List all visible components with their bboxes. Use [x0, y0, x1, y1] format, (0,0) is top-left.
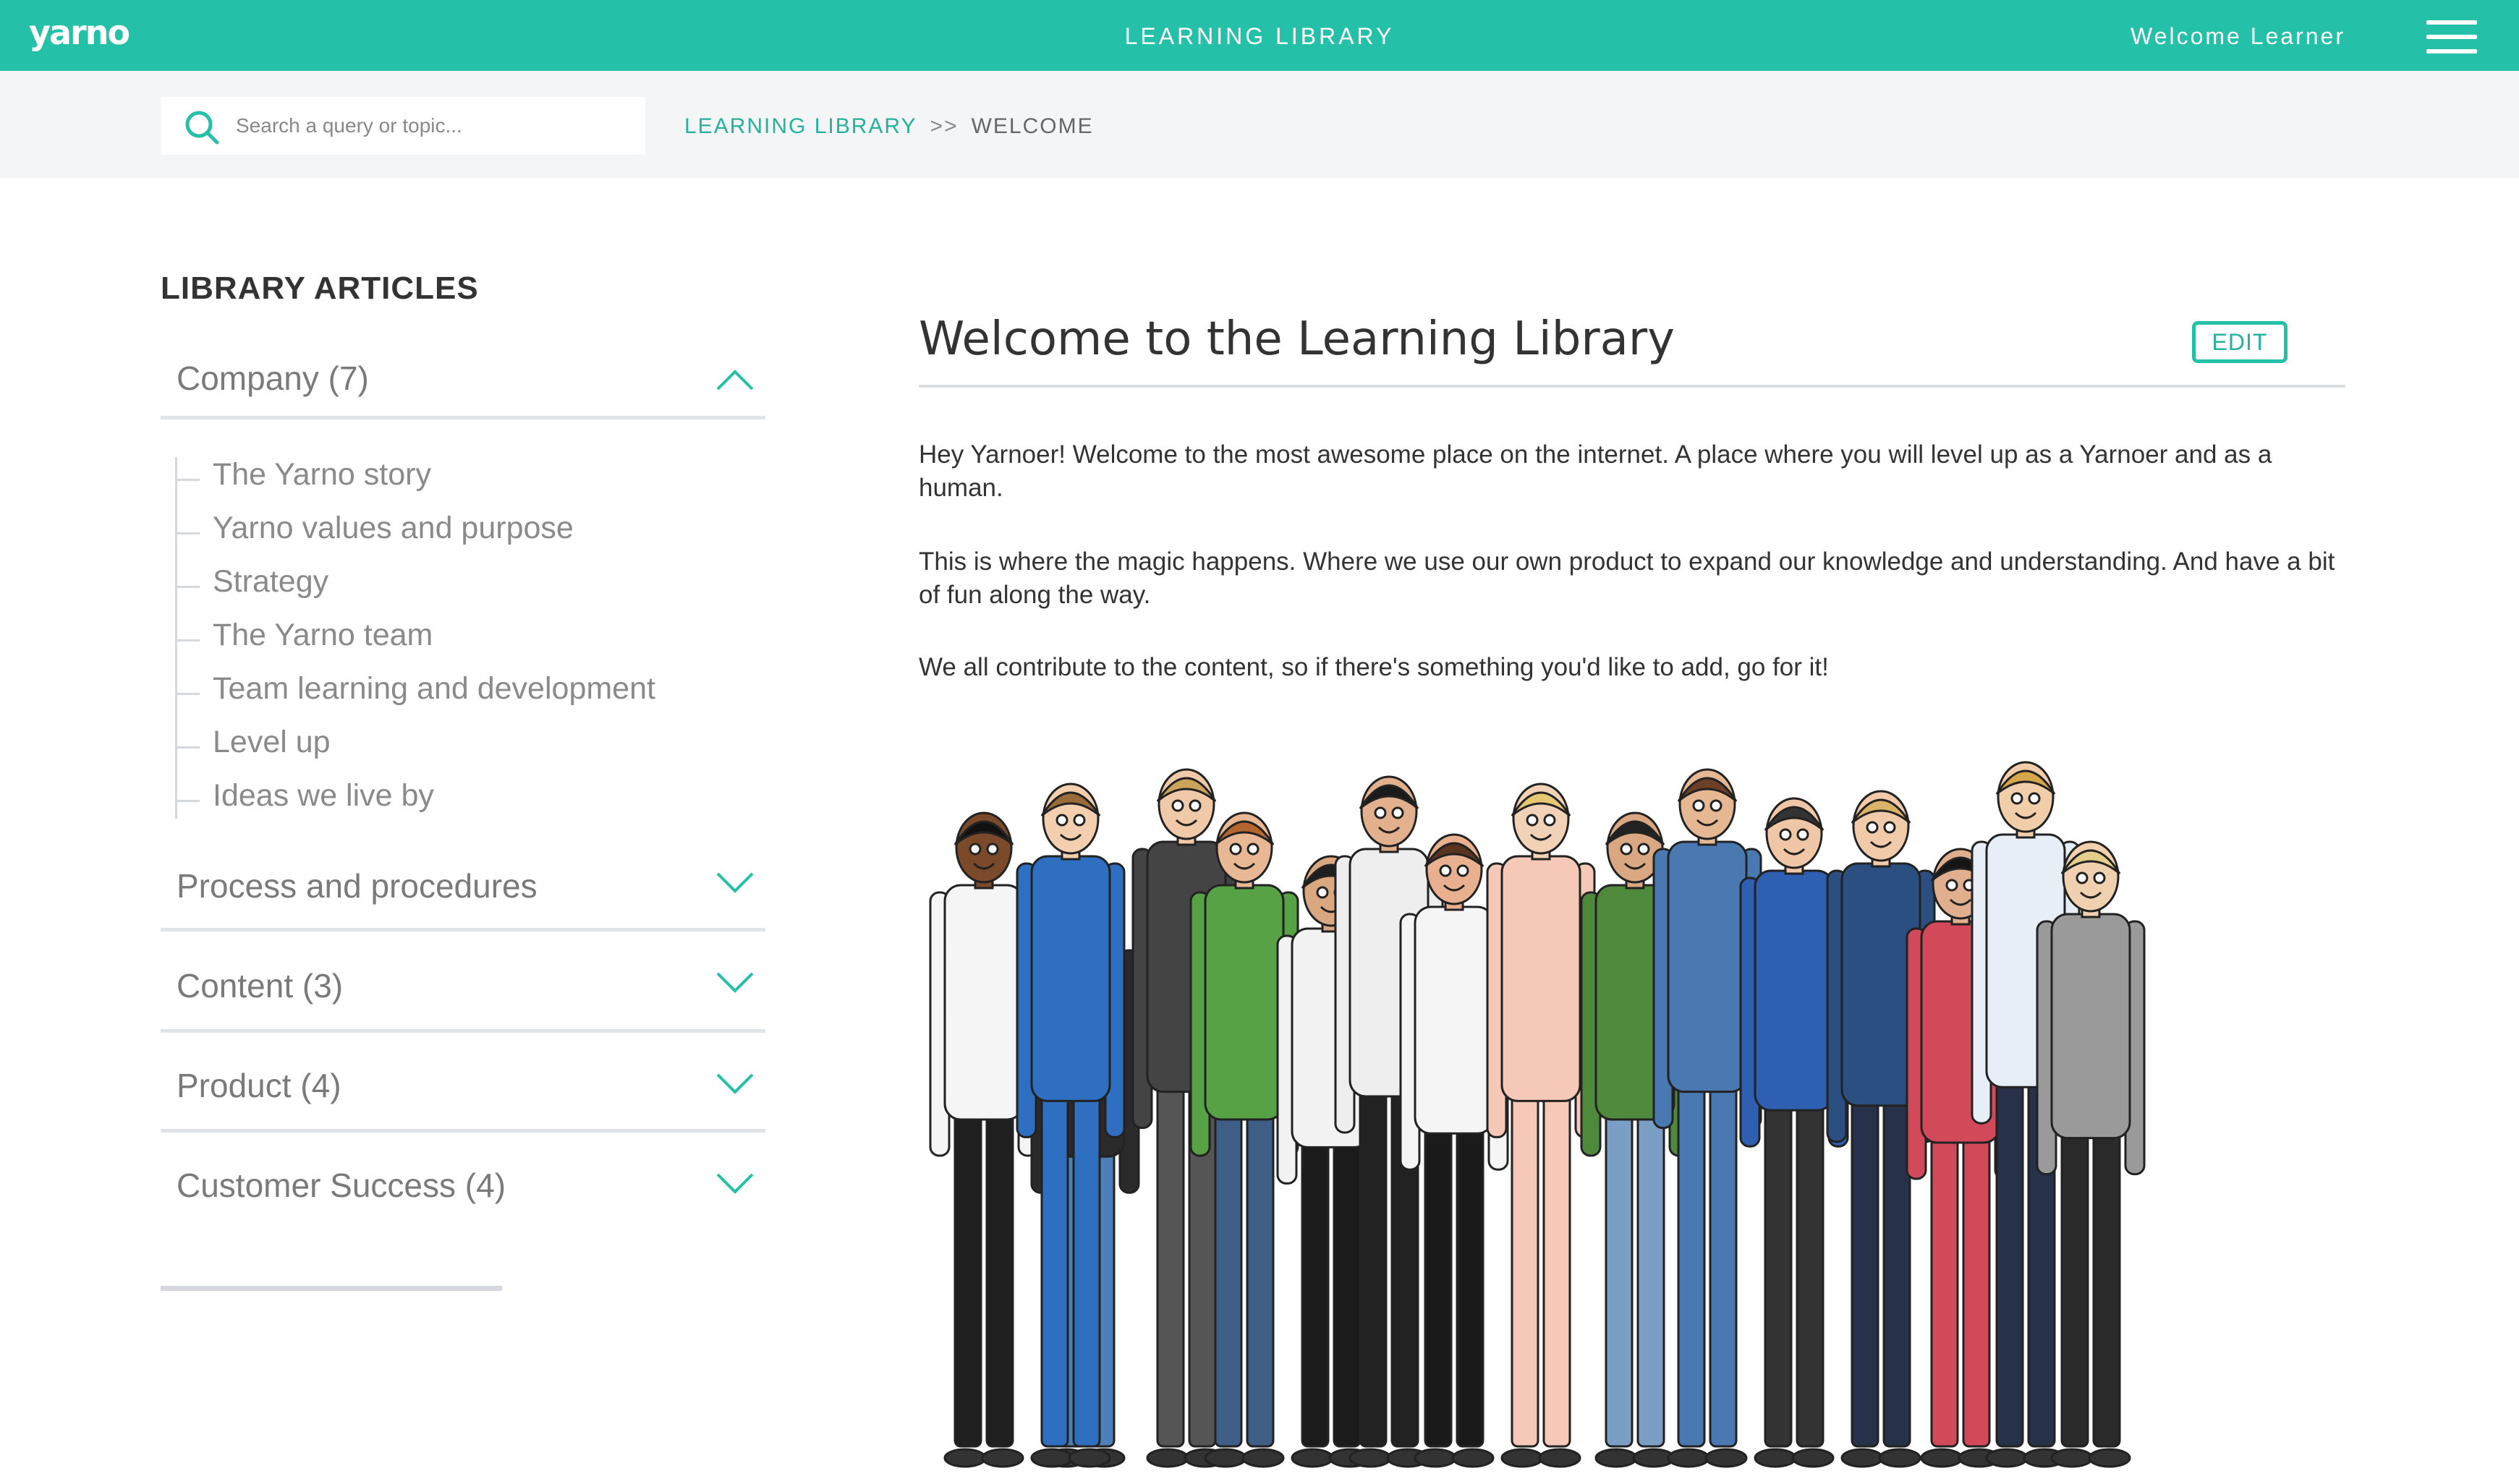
sidebar-item-yarno-team[interactable]: The Yarno team — [176, 618, 433, 653]
accordion-customer-success[interactable]: Customer Success (4) — [161, 1134, 765, 1232]
sidebar-item-strategy[interactable]: Strategy — [176, 564, 328, 600]
accordion-process-procedures[interactable]: Process and procedures — [161, 833, 765, 931]
search-breadcrumb-bar: LEARNING LIBRARY >> WELCOME — [0, 71, 2519, 178]
sidebar-item-level-up[interactable]: Level up — [177, 725, 331, 760]
welcome-user-text: Welcome Learner — [2131, 23, 2345, 49]
edit-button[interactable]: EDIT — [2192, 321, 2288, 363]
sidebar-item-team-learning[interactable]: Team learning and development — [177, 671, 655, 707]
intro-paragraph-3: We all contribute to the content, so if … — [919, 653, 1829, 681]
top-nav-bar: yarno LEARNING LIBRARY Welcome Learner — [0, 0, 2519, 71]
accordion-product[interactable]: Product (4) — [161, 1034, 765, 1133]
intro-paragraph-1: Hey Yarnoer! Welcome to the most awesome… — [919, 440, 2272, 502]
team-illustration — [929, 761, 2146, 1468]
breadcrumb-separator: >> — [930, 114, 959, 138]
tree-line — [175, 457, 177, 819]
search-box[interactable] — [161, 97, 645, 155]
breadcrumb-current: WELCOME — [971, 114, 1094, 138]
sidebar-item-values-purpose[interactable]: Yarno values and purpose — [177, 511, 574, 546]
intro-paragraph-2: This is where the magic happens. Where w… — [919, 547, 2335, 609]
accordion-company[interactable]: Company (7) — [161, 321, 765, 419]
accordion-product-label: Product (4) — [177, 1067, 341, 1104]
company-articles-list: The Yarno story Yarno values and purpose… — [161, 457, 765, 819]
chevron-down-icon[interactable] — [715, 871, 755, 895]
hamburger-menu-icon[interactable] — [2426, 20, 2477, 54]
accordion-content[interactable]: Content (3) — [161, 934, 765, 1033]
chevron-up-icon[interactable] — [715, 367, 755, 392]
accordion-process-label: Process and procedures — [177, 867, 538, 905]
sidebar-title: LIBRARY ARTICLES — [161, 270, 479, 306]
sidebar-item-ideas[interactable]: Ideas we live by — [177, 778, 434, 814]
person-figure — [1486, 782, 1596, 1468]
title-divider — [919, 385, 2345, 388]
sidebar-item-yarno-story[interactable]: The Yarno story — [177, 457, 431, 492]
accordion-content-label: Content (3) — [177, 967, 344, 1005]
breadcrumb: LEARNING LIBRARY >> WELCOME — [684, 114, 1094, 139]
search-input[interactable] — [236, 110, 626, 142]
accordion-company-label: Company (7) — [177, 359, 369, 397]
accordion-customer-success-label: Customer Success (4) — [177, 1167, 506, 1204]
breadcrumb-learning-library-link[interactable]: LEARNING LIBRARY — [684, 114, 917, 138]
chevron-down-icon[interactable] — [715, 971, 755, 995]
chevron-down-icon[interactable] — [715, 1172, 755, 1196]
search-icon[interactable] — [184, 109, 220, 145]
sidebar-divider — [161, 1286, 502, 1291]
chevron-down-icon[interactable] — [715, 1072, 755, 1096]
page-title: Welcome to the Learning Library — [919, 312, 1675, 366]
